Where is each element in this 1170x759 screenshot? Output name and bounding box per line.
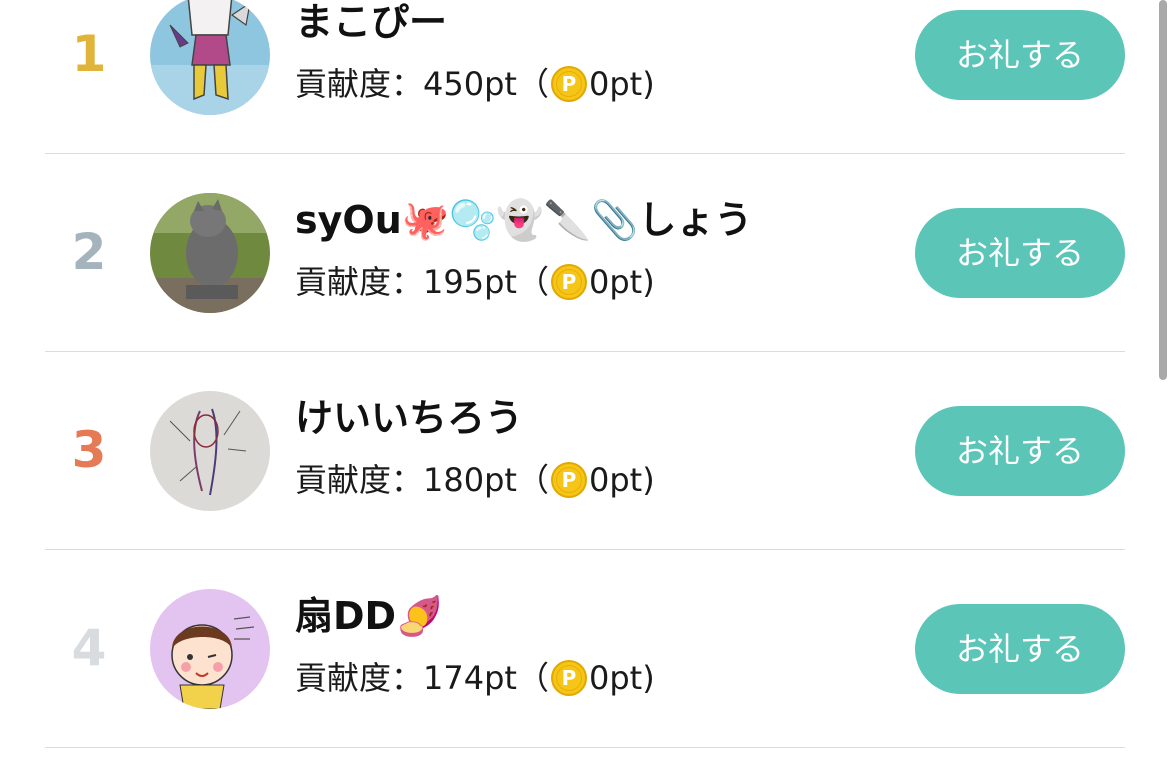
contributor-ranking-list: 1 まこぴー 貢献度： 450pt （P 0pt) お礼する 2 syOu🐙🫧👻… bbox=[45, 0, 1125, 748]
contribution-score: 貢献度： 180pt （ P 0pt) bbox=[295, 458, 655, 502]
contribution-score: 貢献度： 174pt （ P 0pt) bbox=[295, 656, 655, 700]
user-name[interactable]: まこぴー bbox=[295, 0, 447, 46]
rank-number: 4 bbox=[71, 619, 107, 677]
thanks-button[interactable]: お礼する bbox=[915, 208, 1125, 298]
thanks-button[interactable]: お礼する bbox=[915, 604, 1125, 694]
svg-text:P: P bbox=[562, 270, 577, 294]
list-item: 3 けいいちろう 貢献度： 180pt （ P 0pt) お礼する bbox=[45, 352, 1125, 550]
list-item: 2 syOu🐙🫧👻🔪📎しょう 貢献度： 195pt （ P 0pt) お礼する bbox=[45, 154, 1125, 352]
coin-points: 0pt) bbox=[588, 461, 655, 499]
p-coin-icon: P bbox=[550, 659, 588, 697]
avatar-illustration-image bbox=[150, 0, 270, 115]
thanks-button[interactable]: お礼する bbox=[915, 406, 1125, 496]
svg-text:P: P bbox=[562, 666, 577, 690]
p-coin-icon: P bbox=[550, 65, 588, 103]
contribution-points: 174pt bbox=[423, 659, 517, 697]
rank-number: 2 bbox=[71, 223, 107, 281]
coin-points: 0pt) bbox=[588, 65, 655, 103]
list-item: 4 扇DD🍠 貢献度： 174pt （ P 0pt) お礼する bbox=[45, 550, 1125, 748]
avatar[interactable] bbox=[150, 193, 270, 313]
thanks-button[interactable]: お礼する bbox=[915, 10, 1125, 100]
contribution-label: 貢献度： bbox=[295, 263, 424, 301]
ranking-screen: 1 まこぴー 貢献度： 450pt （P 0pt) お礼する 2 syOu🐙🫧👻… bbox=[0, 0, 1170, 759]
avatar-photo-image bbox=[150, 193, 270, 313]
avatar[interactable] bbox=[150, 0, 270, 115]
p-coin-icon: P bbox=[550, 263, 588, 301]
coin-points: 0pt) bbox=[588, 659, 655, 697]
paren-open: （ bbox=[516, 65, 549, 103]
svg-text:P: P bbox=[562, 72, 577, 96]
user-name[interactable]: けいいちろう bbox=[295, 394, 523, 442]
contribution-score: 貢献度： 450pt （ P 0pt) bbox=[295, 62, 655, 106]
avatar-drawing-image bbox=[150, 391, 270, 511]
rank-number: 3 bbox=[71, 421, 107, 479]
avatar[interactable] bbox=[150, 391, 270, 511]
contribution-label: 貢献度： bbox=[295, 659, 424, 697]
contribution-label: 貢献度： bbox=[295, 65, 424, 103]
avatar[interactable] bbox=[150, 589, 270, 709]
contribution-points: 195pt bbox=[423, 263, 517, 301]
paren-open: （ bbox=[516, 461, 549, 499]
avatar-character-image bbox=[150, 589, 270, 709]
coin-points: 0pt) bbox=[588, 263, 655, 301]
contribution-points: 450pt bbox=[423, 65, 517, 103]
user-name[interactable]: syOu🐙🫧👻🔪📎しょう bbox=[295, 196, 752, 244]
contribution-score: 貢献度： 195pt （ P 0pt) bbox=[295, 260, 655, 304]
paren-open: （ bbox=[516, 659, 549, 697]
user-name[interactable]: 扇DD🍠 bbox=[295, 592, 443, 640]
rank-number: 1 bbox=[71, 25, 107, 83]
p-coin-icon: P bbox=[550, 461, 588, 499]
paren-open: （ bbox=[516, 263, 549, 301]
svg-text:P: P bbox=[562, 468, 577, 492]
list-item: 1 まこぴー 貢献度： 450pt （ P 0pt) お礼する bbox=[45, 0, 1125, 154]
contribution-points: 180pt bbox=[423, 461, 517, 499]
contribution-label: 貢献度： bbox=[295, 461, 424, 499]
scrollbar[interactable] bbox=[1159, 0, 1167, 380]
